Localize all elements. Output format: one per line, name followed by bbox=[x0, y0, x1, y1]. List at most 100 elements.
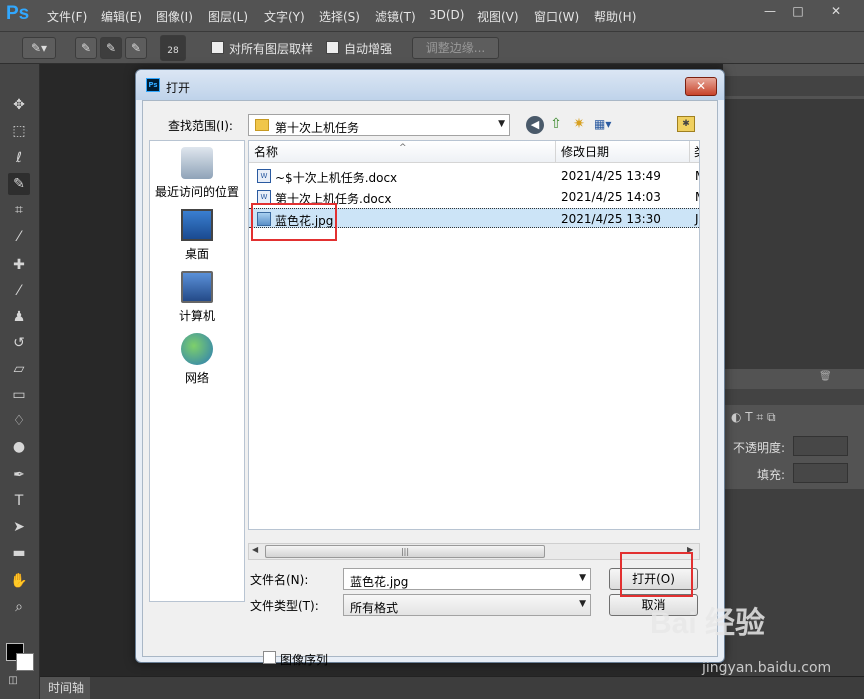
open-highlight-box bbox=[620, 552, 693, 597]
word-doc-icon: W bbox=[257, 169, 271, 183]
quick-mask-icon[interactable]: ◫ bbox=[6, 674, 20, 688]
column-name[interactable]: 名称 ^ bbox=[249, 141, 556, 163]
type-tool-icon[interactable]: T bbox=[8, 490, 30, 512]
fill-label: 填充: bbox=[757, 468, 786, 482]
place-network[interactable]: 网络 bbox=[150, 333, 244, 386]
move-tool-icon[interactable]: ✥ bbox=[8, 94, 30, 116]
crop-tool-icon[interactable]: ⌗ bbox=[8, 199, 30, 221]
column-date[interactable]: 修改日期 bbox=[556, 141, 690, 163]
menu-filter[interactable]: 滤镜(T) bbox=[375, 8, 416, 25]
path-selection-tool-icon[interactable]: ➤ bbox=[8, 516, 30, 538]
brush-size-value: 28 bbox=[167, 46, 179, 56]
subtract-selection-icon[interactable]: ✎ bbox=[125, 37, 147, 59]
column-type[interactable]: 类 bbox=[690, 141, 699, 163]
dialog-close-button[interactable]: ✕ bbox=[685, 77, 717, 96]
brush-preset-icon[interactable]: ✎▾ bbox=[22, 37, 56, 59]
dialog-title: 打开 bbox=[166, 81, 191, 95]
new-selection-icon[interactable]: ✎ bbox=[75, 37, 97, 59]
marquee-tool-icon[interactable]: ⬚ bbox=[8, 120, 30, 142]
filename-label: 文件名(N): bbox=[250, 573, 309, 587]
place-desktop-label: 桌面 bbox=[184, 247, 209, 261]
place-computer[interactable]: 计算机 bbox=[150, 271, 244, 324]
filename-input[interactable]: 蓝色花.jpg ▼ bbox=[343, 568, 591, 590]
menu-select[interactable]: 选择(S) bbox=[319, 8, 360, 25]
new-folder-icon[interactable]: ✷ bbox=[570, 116, 588, 134]
history-brush-tool-icon[interactable]: ↺ bbox=[8, 332, 30, 354]
place-recent[interactable]: 最近访问的位置 bbox=[150, 147, 244, 200]
close-app-button[interactable]: ✕ bbox=[824, 2, 848, 20]
healing-brush-tool-icon[interactable]: ✚ bbox=[8, 254, 30, 276]
minimize-button[interactable]: — bbox=[758, 2, 782, 20]
brush-tool-icon[interactable]: ⁄ bbox=[8, 280, 30, 302]
fill-field[interactable] bbox=[793, 463, 848, 483]
brush-size-picker[interactable]: 28 bbox=[160, 35, 186, 61]
view-menu-icon[interactable]: ▦▾ bbox=[594, 117, 620, 133]
refine-edge-button[interactable]: 调整边缘... bbox=[412, 37, 499, 59]
favorites-folder-icon[interactable]: ✱ bbox=[677, 116, 695, 132]
menu-window[interactable]: 窗口(W) bbox=[534, 8, 579, 25]
look-in-dropdown[interactable]: 第十次上机任务 ▼ bbox=[248, 114, 510, 136]
look-in-label: 查找范围(I): bbox=[168, 119, 233, 133]
sample-all-layers-label: 对所有图层取样 bbox=[229, 42, 314, 56]
scroll-thumb[interactable]: ||| bbox=[265, 545, 545, 558]
timeline-tab[interactable]: 时间轴 bbox=[40, 677, 90, 699]
quick-selection-tool-icon[interactable]: ✎ bbox=[8, 173, 30, 195]
add-selection-icon[interactable]: ✎ bbox=[100, 37, 122, 59]
opacity-field[interactable] bbox=[793, 436, 848, 456]
file-name: ~$十次上机任务.docx bbox=[275, 171, 398, 185]
gradient-tool-icon[interactable]: ▭ bbox=[8, 384, 30, 406]
file-type: M bbox=[695, 190, 699, 204]
layers-list bbox=[723, 489, 864, 679]
blur-tool-icon[interactable]: ♢ bbox=[8, 410, 30, 432]
file-type: J bbox=[695, 212, 699, 226]
network-globe-icon bbox=[181, 333, 213, 365]
file-list: 名称 ^ 修改日期 类 W ~$十次上机任务.docx 2021/4/25 13:… bbox=[248, 140, 700, 530]
image-sequence-checkbox[interactable] bbox=[263, 651, 276, 664]
dialog-titlebar[interactable]: Ps 打开 ✕ bbox=[136, 70, 724, 100]
background-color-swatch[interactable] bbox=[16, 653, 34, 671]
filetype-label: 文件类型(T): bbox=[250, 599, 319, 613]
menu-help[interactable]: 帮助(H) bbox=[594, 8, 636, 25]
filetype-dropdown[interactable]: 所有格式 ▼ bbox=[343, 594, 591, 616]
shape-tool-icon[interactable]: ▬ bbox=[8, 542, 30, 564]
pen-tool-icon[interactable]: ✒ bbox=[8, 464, 30, 486]
trash-icon[interactable]: 🗑 bbox=[819, 371, 833, 383]
panel-content bbox=[723, 99, 864, 369]
file-row[interactable]: W ~$十次上机任务.docx 2021/4/25 13:49 M bbox=[249, 166, 699, 186]
menu-layer[interactable]: 图层(L) bbox=[208, 8, 248, 25]
menu-image[interactable]: 图像(I) bbox=[156, 8, 193, 25]
photoshop-logo: Ps bbox=[6, 3, 30, 24]
menu-3d[interactable]: 3D(D) bbox=[429, 8, 464, 22]
layer-filter-icons[interactable]: ◐ T ⌗ ⧉ bbox=[731, 410, 776, 425]
panel-header bbox=[723, 76, 864, 96]
eraser-tool-icon[interactable]: ▱ bbox=[8, 358, 30, 380]
scroll-left-icon[interactable]: ◀ bbox=[252, 545, 258, 554]
up-folder-icon[interactable]: ⇧ bbox=[547, 116, 565, 134]
menu-edit[interactable]: 编辑(E) bbox=[101, 8, 142, 25]
filename-value: 蓝色花.jpg bbox=[350, 575, 409, 589]
menu-file[interactable]: 文件(F) bbox=[47, 8, 87, 25]
sample-all-layers-checkbox[interactable] bbox=[211, 41, 224, 54]
column-name-label: 名称 bbox=[254, 145, 279, 159]
menu-bar: Ps 文件(F) 编辑(E) 图像(I) 图层(L) 文字(Y) 选择(S) 滤… bbox=[0, 0, 864, 32]
file-date: 2021/4/25 13:49 bbox=[561, 169, 661, 183]
place-desktop[interactable]: 桌面 bbox=[150, 209, 244, 262]
zoom-tool-icon[interactable]: ⌕ bbox=[8, 596, 30, 618]
hand-tool-icon[interactable]: ✋ bbox=[8, 570, 30, 592]
recent-places-icon bbox=[181, 147, 213, 179]
file-date: 2021/4/25 13:30 bbox=[561, 212, 661, 226]
auto-enhance-checkbox[interactable] bbox=[326, 41, 339, 54]
file-date: 2021/4/25 14:03 bbox=[561, 190, 661, 204]
chevron-down-icon[interactable]: ▼ bbox=[579, 573, 586, 583]
eyedropper-tool-icon[interactable]: ⁄ bbox=[8, 226, 30, 248]
dodge-tool-icon[interactable]: ● bbox=[8, 436, 30, 458]
maximize-button[interactable]: □ bbox=[786, 2, 810, 20]
file-type: M bbox=[695, 169, 699, 183]
menu-view[interactable]: 视图(V) bbox=[477, 8, 519, 25]
layers-header bbox=[723, 389, 864, 405]
back-icon[interactable]: ◀ bbox=[526, 116, 544, 134]
stamp-tool-icon[interactable]: ♟ bbox=[8, 306, 30, 328]
lasso-tool-icon[interactable]: ℓ bbox=[8, 147, 30, 169]
image-sequence-label: 图像序列 bbox=[280, 653, 329, 667]
menu-type[interactable]: 文字(Y) bbox=[264, 8, 305, 25]
